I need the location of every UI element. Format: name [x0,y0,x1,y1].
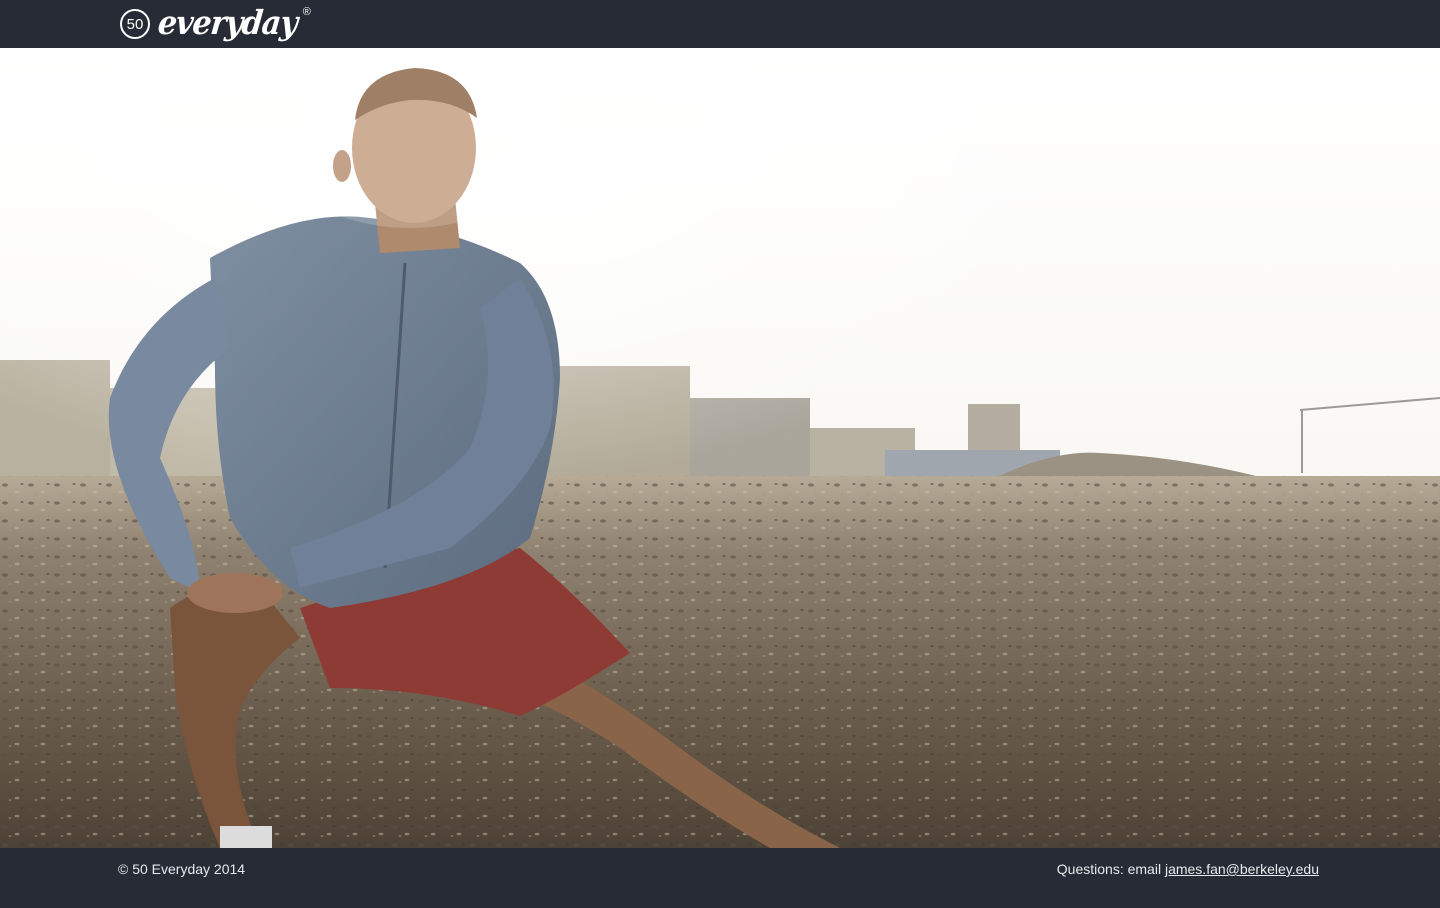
logo-wordmark: everyday [156,4,299,43]
logo-number-badge: 50 [120,9,150,39]
hero-photo [0,48,1440,848]
contact-prefix: Questions: email [1056,861,1165,877]
footer-bar: © 50 Everyday 2014 Questions: email jame… [0,848,1440,908]
top-bar: 50 everyday ® [0,0,1440,48]
registered-mark: ® [302,6,311,18]
copyright-text: © 50 Everyday 2014 [118,861,246,877]
hero-photo-illustration [0,48,1440,848]
contact-text: Questions: email james.fan@berkeley.edu [1057,861,1319,877]
contact-email-link[interactable]: james.fan@berkeley.edu [1165,861,1319,877]
site-logo[interactable]: 50 everyday ® [120,4,311,43]
